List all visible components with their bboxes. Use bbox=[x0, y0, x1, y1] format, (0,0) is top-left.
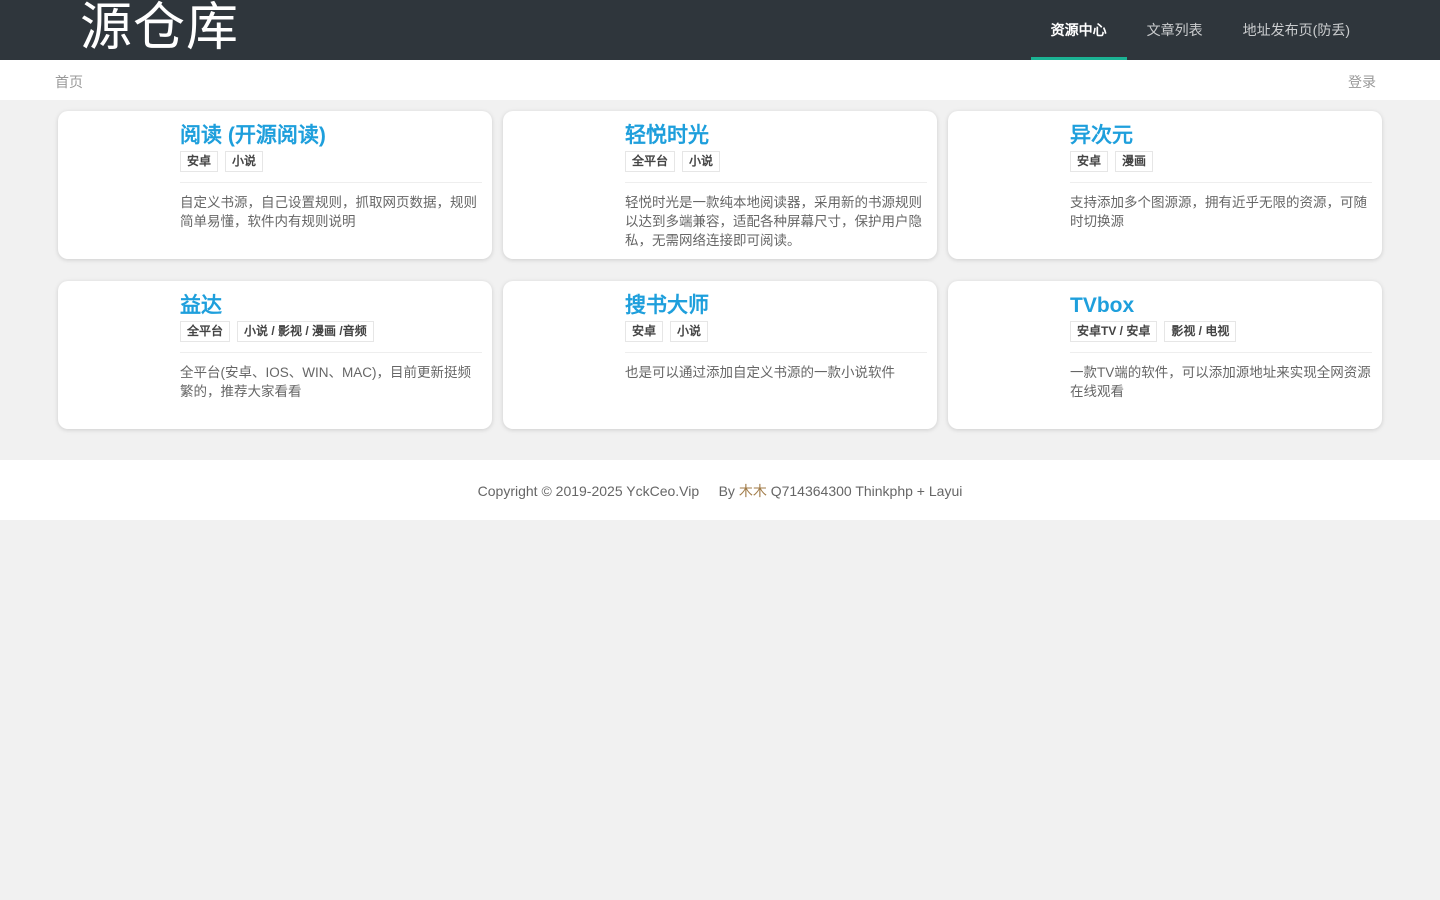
card-divider bbox=[625, 352, 927, 353]
resource-card[interactable]: 搜书大师 安卓 小说 也是可以通过添加自定义书源的一款小说软件 bbox=[503, 281, 937, 429]
card-description: 也是可以通过添加自定义书源的一款小说软件 bbox=[625, 365, 895, 380]
home-link[interactable]: 首页 bbox=[55, 72, 83, 92]
site-logo[interactable]: 源仓库 bbox=[80, 0, 239, 58]
card-tag: 安卓 bbox=[180, 151, 219, 172]
card-description: 一款TV端的软件，可以添加源地址来实现全网资源在线观看 bbox=[1070, 365, 1371, 399]
card-divider bbox=[180, 182, 482, 183]
card-description: 自定义书源，自己设置规则，抓取网页数据，规则简单易懂，软件内有规则说明 bbox=[180, 195, 477, 229]
card-tag: 小说 bbox=[682, 151, 721, 172]
resource-card[interactable]: TVbox 安卓TV / 安卓 影视 / 电视 一款TV端的软件，可以添加源地址… bbox=[948, 281, 1382, 429]
resource-card[interactable]: 轻悦时光 全平台 小说 轻悦时光是一款纯本地阅读器，采用新的书源规则以达到多端兼… bbox=[503, 111, 937, 259]
card-tag: 安卓 bbox=[625, 321, 664, 342]
card-title[interactable]: 益达 bbox=[180, 293, 482, 319]
resource-card[interactable]: 阅读 (开源阅读) 安卓 小说 自定义书源，自己设置规则，抓取网页数据，规则简单… bbox=[58, 111, 492, 259]
card-tag: 全平台 bbox=[625, 151, 676, 172]
card-title[interactable]: 异次元 bbox=[1070, 123, 1372, 149]
card-divider bbox=[180, 352, 482, 353]
card-divider bbox=[1070, 352, 1372, 353]
card-tag: 影视 / 电视 bbox=[1164, 321, 1237, 342]
sub-bar: 首页 登录 bbox=[0, 60, 1440, 100]
card-description: 轻悦时光是一款纯本地阅读器，采用新的书源规则以达到多端兼容，适配各种屏幕尺寸，保… bbox=[625, 195, 922, 248]
card-description: 支持添加多个图源源，拥有近乎无限的资源，可随时切换源 bbox=[1070, 195, 1367, 229]
resource-card[interactable]: 异次元 安卓 漫画 支持添加多个图源源，拥有近乎无限的资源，可随时切换源 bbox=[948, 111, 1382, 259]
main-nav: 资源中心 文章列表 地址发布页(防丢) bbox=[1030, 0, 1370, 60]
card-tag: 漫画 bbox=[1115, 151, 1154, 172]
nav-item-resource-center[interactable]: 资源中心 bbox=[1030, 0, 1127, 60]
card-tag: 安卓TV / 安卓 bbox=[1070, 321, 1158, 342]
login-link[interactable]: 登录 bbox=[1348, 72, 1376, 92]
nav-item-address-page[interactable]: 地址发布页(防丢) bbox=[1223, 0, 1370, 60]
nav-item-article-list[interactable]: 文章列表 bbox=[1127, 0, 1223, 60]
by-label: By bbox=[718, 483, 735, 499]
card-divider bbox=[1070, 182, 1372, 183]
card-description: 全平台(安卓、IOS、WIN、MAC)，目前更新挺频繁的，推荐大家看看 bbox=[180, 365, 471, 399]
resource-grid: 阅读 (开源阅读) 安卓 小说 自定义书源，自己设置规则，抓取网页数据，规则简单… bbox=[58, 111, 1383, 429]
card-title[interactable]: 轻悦时光 bbox=[625, 123, 927, 149]
card-title[interactable]: 阅读 (开源阅读) bbox=[180, 123, 482, 149]
card-title[interactable]: 搜书大师 bbox=[625, 293, 927, 319]
page-footer: Copyright © 2019-2025 YckCeo.Vip By 木木 Q… bbox=[0, 460, 1440, 520]
contact-text: Q714364300 Thinkphp + Layui bbox=[770, 483, 963, 499]
top-header: 源仓库 资源中心 文章列表 地址发布页(防丢) bbox=[0, 0, 1440, 60]
author-link[interactable]: 木木 bbox=[739, 483, 767, 499]
copyright-text: Copyright © 2019-2025 YckCeo.Vip bbox=[477, 483, 700, 499]
card-tag: 全平台 bbox=[180, 321, 231, 342]
card-title[interactable]: TVbox bbox=[1070, 293, 1372, 319]
card-tag: 小说 bbox=[225, 151, 264, 172]
resource-card[interactable]: 益达 全平台 小说 / 影视 / 漫画 /音频 全平台(安卓、IOS、WIN、M… bbox=[58, 281, 492, 429]
card-tag: 小说 / 影视 / 漫画 /音频 bbox=[237, 321, 374, 342]
card-divider bbox=[625, 182, 927, 183]
card-tag: 安卓 bbox=[1070, 151, 1109, 172]
card-tag: 小说 bbox=[670, 321, 709, 342]
